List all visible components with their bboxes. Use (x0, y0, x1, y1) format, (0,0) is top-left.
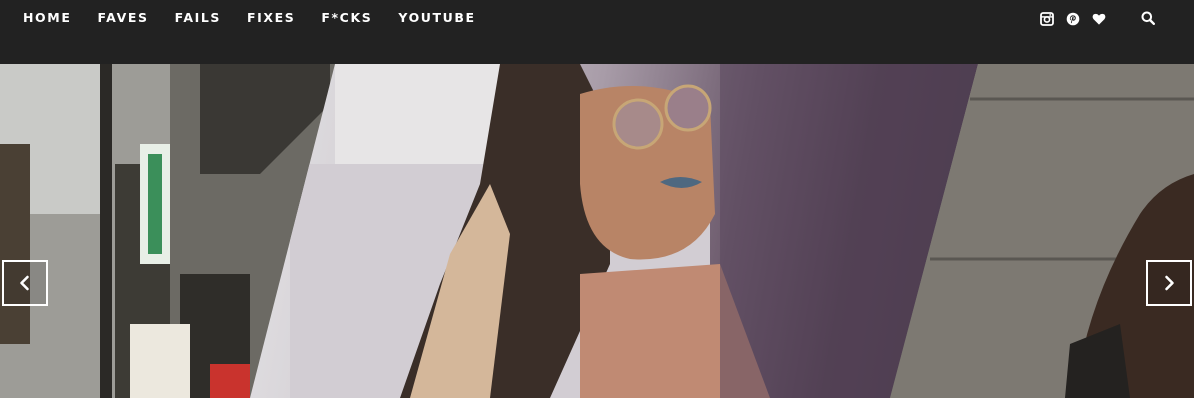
slide-woman-sunglasses[interactable] (250, 64, 980, 398)
search-icon[interactable] (1141, 10, 1156, 26)
nav-link-youtube[interactable]: YOUTUBE (398, 11, 475, 25)
top-navbar: HOME FAVES FAILS FIXES F*CKS YOUTUBE (0, 0, 1194, 64)
instagram-icon[interactable] (1040, 11, 1054, 26)
pinterest-icon[interactable] (1066, 11, 1080, 26)
nav-link-home[interactable]: HOME (23, 11, 71, 25)
social-icons (1040, 10, 1118, 26)
nav-link-fcks[interactable]: F*CKS (321, 11, 372, 25)
carousel-next-button[interactable] (1146, 260, 1192, 306)
chevron-left-icon (20, 275, 29, 291)
image-carousel (0, 64, 1194, 398)
carousel-prev-button[interactable] (2, 260, 48, 306)
heart-icon[interactable] (1092, 11, 1106, 25)
woman-portrait-image (290, 64, 980, 398)
nav-link-fixes[interactable]: FIXES (247, 11, 295, 25)
chevron-right-icon (1165, 275, 1174, 291)
nav-link-fails[interactable]: FAILS (175, 11, 221, 25)
nav-links: HOME FAVES FAILS FIXES F*CKS YOUTUBE (23, 11, 502, 25)
nav-link-faves[interactable]: FAVES (97, 11, 148, 25)
